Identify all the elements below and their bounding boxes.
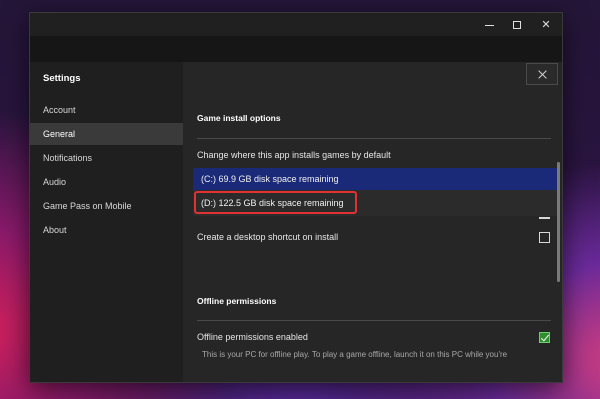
sidebar-item-about[interactable]: About — [30, 219, 183, 241]
divider — [197, 138, 551, 139]
offline-helper-text: This is your PC for offline play. To pla… — [202, 350, 508, 359]
minimize-button[interactable] — [476, 13, 504, 37]
scrollbar[interactable] — [557, 162, 560, 282]
sidebar-item-game-pass-mobile[interactable]: Game Pass on Mobile — [30, 195, 183, 217]
offline-enabled-checkbox[interactable] — [539, 332, 550, 343]
offline-enabled-label: Offline permissions enabled — [197, 332, 308, 342]
offline-permissions-title: Offline permissions — [197, 296, 277, 306]
drive-option-d-highlight — [194, 191, 357, 214]
divider — [197, 320, 551, 321]
drive-option-c[interactable]: (C:) 69.9 GB disk space remaining — [193, 168, 557, 190]
panel-close-button[interactable] — [526, 63, 558, 85]
close-icon: ✕ — [541, 19, 551, 31]
game-install-title: Game install options — [197, 113, 281, 123]
maximize-button[interactable] — [504, 13, 532, 37]
sidebar-item-general[interactable]: General — [30, 123, 183, 145]
desktop-shortcut-label: Create a desktop shortcut on install — [197, 232, 339, 242]
header-strip — [30, 36, 562, 62]
install-location-label: Change where this app installs games by … — [197, 150, 391, 160]
minimize-icon — [485, 25, 494, 26]
title-bar: ✕ — [30, 13, 562, 37]
window-close-button[interactable]: ✕ — [532, 13, 560, 37]
sidebar-item-account[interactable]: Account — [30, 99, 183, 121]
desktop-shortcut-checkbox[interactable] — [539, 232, 550, 243]
sidebar-item-audio[interactable]: Audio — [30, 171, 183, 193]
hidden-checkbox-edge — [539, 217, 550, 219]
sidebar-title: Settings — [43, 73, 81, 84]
maximize-icon — [513, 21, 521, 29]
sidebar-item-notifications[interactable]: Notifications — [30, 147, 183, 169]
